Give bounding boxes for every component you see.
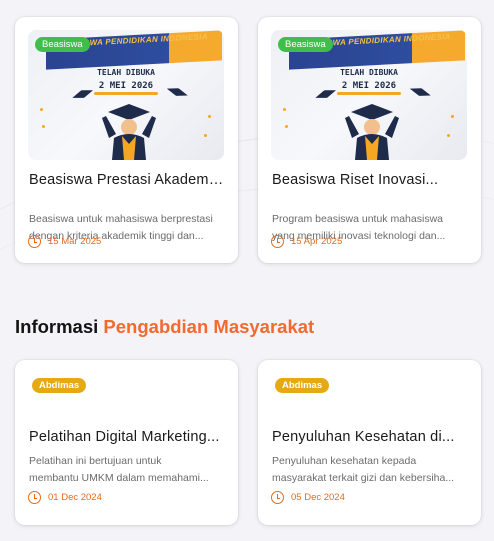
clock-icon — [28, 491, 41, 504]
category-badge: Beasiswa — [278, 37, 333, 52]
card-description: Penyuluhan kesehatan kepada masyarakat t… — [272, 455, 455, 484]
thumbnail-headline: TELAH DIBUKA — [340, 68, 398, 77]
clock-icon — [28, 235, 41, 248]
card-date: 05 Dec 2024 — [271, 491, 345, 504]
section-heading-main: Informasi — [15, 316, 99, 337]
thumbnail-headline: TELAH DIBUKA — [97, 68, 155, 77]
abdimas-card[interactable]: Abdimas Penyuluhan Kesehatan di... Penyu… — [258, 360, 481, 525]
scholarship-card[interactable]: BEASISWA PENDIDIKAN INDONESIA TELAH DIBU… — [258, 17, 481, 263]
graduate-icon — [345, 104, 399, 160]
card-date: 15 Apr 2025 — [271, 235, 342, 248]
card-date-text: 15 Apr 2025 — [291, 236, 343, 247]
card-date-text: 15 Mar 2025 — [48, 236, 102, 247]
category-badge: Abdimas — [32, 378, 87, 393]
card-title[interactable]: Pelatihan Digital Marketing... — [29, 429, 224, 445]
abdimas-card[interactable]: Abdimas Pelatihan Digital Marketing... P… — [15, 360, 238, 525]
clock-icon — [271, 235, 284, 248]
card-date: 15 Mar 2025 — [28, 235, 101, 248]
card-description: Pelatihan ini bertujuan untuk membantu U… — [29, 455, 209, 484]
thumbnail-date: 2 MEI 2026 — [271, 81, 467, 95]
card-date: 01 Dec 2024 — [28, 491, 102, 504]
card-title[interactable]: Beasiswa Riset Inovasi... — [272, 172, 467, 188]
graduate-icon — [102, 104, 156, 160]
category-badge: Beasiswa — [35, 37, 90, 52]
scholarship-card[interactable]: BEASISWA PENDIDIKAN INDONESIA TELAH DIBU… — [15, 17, 238, 263]
card-date-text: 05 Dec 2024 — [291, 492, 345, 503]
thumbnail-date: 2 MEI 2026 — [28, 81, 224, 95]
section-heading: Informasi Pengabdian Masyarakat — [15, 316, 314, 338]
clock-icon — [271, 491, 284, 504]
card-title[interactable]: Penyuluhan Kesehatan di... — [272, 429, 467, 445]
category-badge: Abdimas — [275, 378, 330, 393]
card-date-text: 01 Dec 2024 — [48, 492, 102, 503]
section-heading-accent: Pengabdian Masyarakat — [103, 316, 315, 337]
card-title[interactable]: Beasiswa Prestasi Akademi... — [29, 172, 224, 188]
